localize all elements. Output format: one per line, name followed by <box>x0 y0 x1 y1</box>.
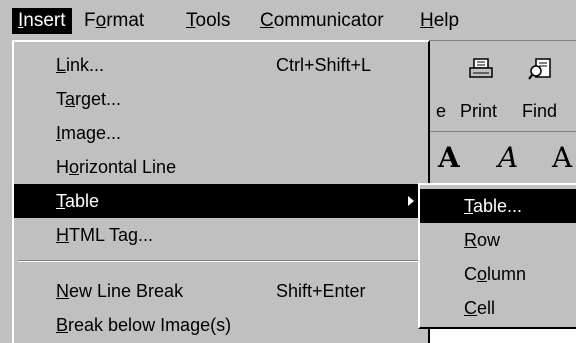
submenu-item-table[interactable]: Table... <box>420 189 576 223</box>
menu-item-table[interactable]: Table <box>14 184 428 218</box>
fixed-width-icon[interactable]: A <box>552 141 572 175</box>
find-icon[interactable] <box>528 57 554 81</box>
find-button-label[interactable]: Find <box>522 101 557 122</box>
submenu-item-cell[interactable]: Cell <box>420 291 576 325</box>
submenu-item-column[interactable]: Column <box>420 257 576 291</box>
menu-bar: Insert Format Tools Communicator Help <box>0 0 576 41</box>
italic-icon[interactable]: A <box>498 141 518 175</box>
menu-item-break-below-images[interactable]: Break below Image(s) <box>14 308 428 342</box>
menu-item-shortcut: Shift+Enter <box>276 281 366 301</box>
menu-tools[interactable]: Tools <box>180 8 236 34</box>
submenu-arrow-icon <box>408 196 414 206</box>
bold-icon[interactable]: A <box>438 141 460 175</box>
composition-toolbar: e Print Find <box>428 41 576 132</box>
menu-item-horizontal-line[interactable]: Horizontal Line <box>14 150 428 184</box>
publish-button-label[interactable]: e <box>436 101 446 122</box>
menu-item-new-line-break[interactable]: New Line Break Shift+Enter <box>14 274 428 308</box>
print-button-label[interactable]: Print <box>460 101 497 122</box>
app-window: Insert Format Tools Communicator Help e … <box>0 0 576 343</box>
format-toolbar: A A A <box>428 133 576 183</box>
menu-help[interactable]: Help <box>414 8 465 34</box>
menu-item-html-tag[interactable]: HTML Tag... <box>14 218 428 252</box>
printer-icon[interactable] <box>468 57 494 81</box>
menu-item-image[interactable]: Image... <box>14 116 428 150</box>
menu-item-shortcut: Ctrl+Shift+L <box>276 55 372 75</box>
menu-separator <box>18 260 424 262</box>
menu-format[interactable]: Format <box>78 8 150 34</box>
menu-communicator[interactable]: Communicator <box>254 8 390 34</box>
menu-insert[interactable]: Insert <box>12 8 72 34</box>
menu-item-link[interactable]: Link... Ctrl+Shift+L <box>14 48 428 82</box>
submenu-item-row[interactable]: Row <box>420 223 576 257</box>
menu-item-target[interactable]: Target... <box>14 82 428 116</box>
insert-menu: Link... Ctrl+Shift+L Target... Image... … <box>12 40 430 343</box>
table-submenu: Table... Row Column Cell <box>418 183 576 329</box>
